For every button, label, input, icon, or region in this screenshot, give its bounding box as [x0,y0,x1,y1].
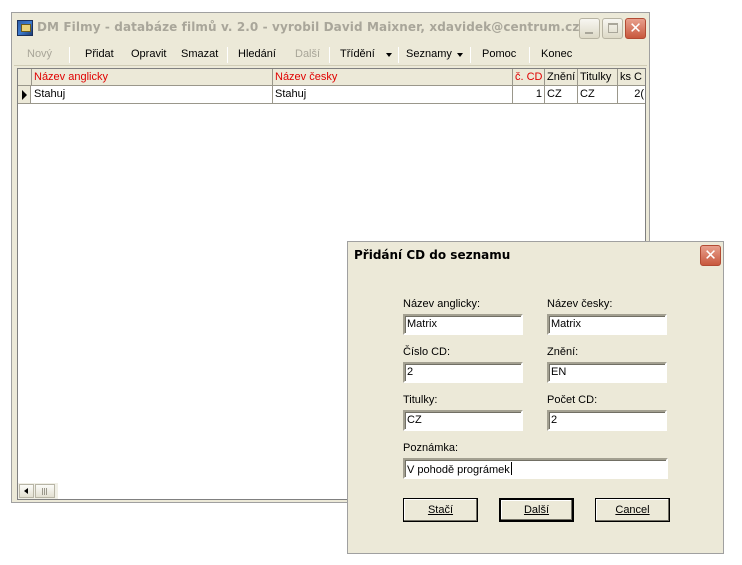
text-caret [510,462,512,475]
minimize-icon [585,32,593,34]
main-titlebar[interactable]: DM Filmy - databáze filmů v. 2.0 - vyrob… [12,13,649,43]
horizontal-scrollbar[interactable] [18,483,58,499]
cd-number-label: Číslo CD: [403,346,451,358]
column-header-audio[interactable]: Znění [545,69,578,86]
lists-dropdown-arrow-icon[interactable] [457,53,463,57]
new-button[interactable]: Nový [27,48,52,60]
next-dialog-button[interactable]: Další [499,498,574,522]
add-cd-dialog: Přidání CD do seznamu ✕ Název anglicky: … [347,241,724,554]
dialog-titlebar[interactable]: Přidání CD do seznamu ✕ [348,242,723,268]
cell-name-cz[interactable]: Stahuj [273,86,513,103]
help-button[interactable]: Pomoc [482,48,516,60]
sort-dropdown-arrow-icon[interactable] [386,53,392,57]
dialog-title: Přidání CD do seznamu [354,248,511,262]
name-en-input[interactable]: Matrix [403,314,523,335]
audio-input[interactable]: EN [547,362,667,383]
toolbar-separator [329,47,330,63]
dialog-close-button[interactable]: ✕ [700,245,721,266]
cd-count-label: Počet CD: [547,394,598,406]
edit-button[interactable]: Opravit [131,48,166,60]
next-button[interactable]: Další [295,48,320,60]
column-header-cd-count[interactable]: ks C [618,69,645,86]
cell-audio[interactable]: CZ [545,86,578,103]
main-window-title: DM Filmy - databáze filmů v. 2.0 - vyrob… [37,20,580,34]
note-input[interactable]: V pohodě prográmek [403,458,668,479]
add-button[interactable]: Přidat [85,48,114,60]
column-header-cd-number[interactable]: č. CD [513,69,545,86]
enough-button-label: Stačí [427,504,454,516]
grid-header: Název anglicky Název česky č. CD Znění T… [18,69,645,86]
exit-button[interactable]: Konec [541,48,572,60]
cd-count-input[interactable]: 2 [547,410,667,431]
toolbar-separator [529,47,530,63]
toolbar-separator [69,47,70,63]
name-cz-label: Název česky: [547,298,613,310]
maximize-button[interactable] [602,18,623,39]
toolbar: Nový Přidat Opravit Smazat Hledání Další… [14,44,647,66]
column-header-subtitles[interactable]: Titulky [578,69,618,86]
cell-subtitles[interactable]: CZ [578,86,618,103]
current-row-indicator-icon [18,86,31,103]
delete-button[interactable]: Smazat [181,48,218,60]
grid-corner-cell [18,69,32,86]
next-dialog-button-label: Další [523,504,550,516]
toolbar-separator [398,47,399,63]
lists-dropdown-button[interactable]: Seznamy [406,48,452,60]
film-app-icon [17,20,33,36]
scroll-left-arrow-icon[interactable] [19,484,34,498]
name-cz-input[interactable]: Matrix [547,314,667,335]
subtitles-input[interactable]: CZ [403,410,523,431]
enough-button[interactable]: Stačí [403,498,478,522]
close-icon: ✕ [704,246,717,264]
table-row[interactable]: Stahuj Stahuj 1 CZ CZ 2( [18,86,645,104]
cell-cd-count[interactable]: 2( [618,86,645,103]
cell-name-en[interactable]: Stahuj [32,86,273,103]
cancel-button-label: Cancel [615,504,650,516]
toolbar-separator [470,47,471,63]
sort-dropdown-button[interactable]: Třídění [340,48,375,60]
minimize-button[interactable] [579,18,600,39]
note-input-text: V pohodě prográmek [407,464,510,476]
close-icon: ✕ [629,19,642,37]
maximize-icon [608,23,618,33]
cancel-button[interactable]: Cancel [595,498,670,522]
name-en-label: Název anglicky: [403,298,481,310]
cd-number-input[interactable]: 2 [403,362,523,383]
note-label: Poznámka: [403,442,459,454]
audio-label: Znění: [547,346,579,358]
scrollbar-thumb[interactable] [35,484,55,498]
search-button[interactable]: Hledání [238,48,276,60]
cell-cd-number[interactable]: 1 [513,86,545,103]
toolbar-separator [227,47,228,63]
subtitles-label: Titulky: [403,394,438,406]
column-header-name-cz[interactable]: Název česky [273,69,513,86]
column-header-name-en[interactable]: Název anglicky [32,69,273,86]
close-button[interactable]: ✕ [625,18,646,39]
